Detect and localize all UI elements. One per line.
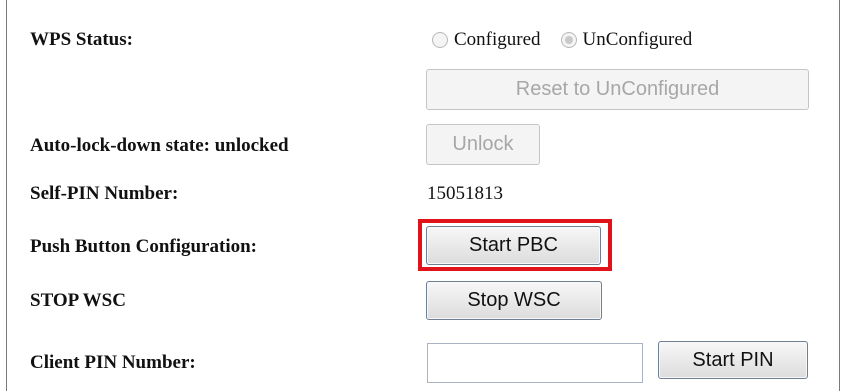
stop-wsc-label: STOP WSC xyxy=(30,290,126,311)
unlock-button[interactable]: Unlock xyxy=(426,124,540,165)
unconfigured-radio[interactable] xyxy=(560,32,577,48)
client-pin-input[interactable] xyxy=(427,343,643,383)
wps-settings-panel: WPS Status: Configured UnConfigured Rese… xyxy=(6,0,840,391)
radio-selected-dot xyxy=(564,36,573,44)
self-pin-label: Self-PIN Number: xyxy=(30,183,179,204)
unconfigured-radio-label: UnConfigured xyxy=(582,29,693,50)
wps-status-label: WPS Status: xyxy=(30,29,133,50)
push-button-config-label: Push Button Configuration: xyxy=(30,236,257,257)
auto-lock-state-label: Auto-lock-down state: unlocked xyxy=(30,135,289,156)
client-pin-label: Client PIN Number: xyxy=(30,352,196,373)
wps-status-radio-group: Configured UnConfigured xyxy=(432,29,712,51)
stop-wsc-button[interactable]: Stop WSC xyxy=(426,281,602,320)
reset-to-unconfigured-button[interactable]: Reset to UnConfigured xyxy=(426,69,809,110)
configured-radio-label: Configured xyxy=(454,29,541,50)
configured-radio[interactable] xyxy=(432,32,448,48)
start-pbc-button[interactable]: Start PBC xyxy=(426,226,601,265)
self-pin-value: 15051813 xyxy=(427,183,503,204)
start-pin-button[interactable]: Start PIN xyxy=(658,341,808,379)
